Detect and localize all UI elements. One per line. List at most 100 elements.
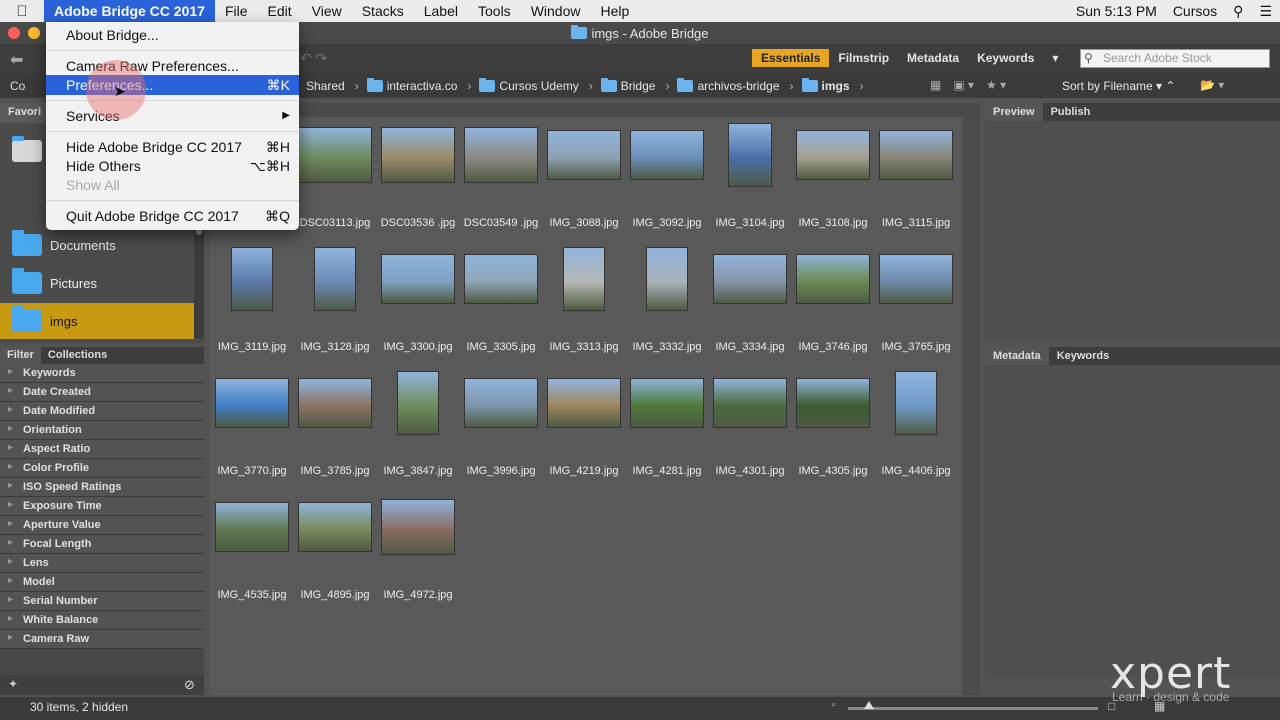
- thumbnail-image[interactable]: [298, 502, 372, 552]
- thumbnail-image[interactable]: [397, 371, 439, 435]
- thumbnail-item[interactable]: IMG_3092.jpg: [627, 123, 707, 229]
- star-filter-icon[interactable]: ★ ▾: [986, 78, 1006, 92]
- filter-row[interactable]: Color Profile: [0, 459, 204, 478]
- filter-row[interactable]: Aperture Value: [0, 516, 204, 535]
- thumbnail-image[interactable]: [215, 502, 289, 552]
- quality-icon[interactable]: ▣ ▾: [953, 78, 974, 92]
- thumbnail-image[interactable]: [796, 254, 870, 304]
- tab-preview[interactable]: Preview: [985, 103, 1043, 121]
- menu-window[interactable]: Window: [521, 0, 591, 22]
- thumbnail-image[interactable]: [547, 378, 621, 428]
- thumbnail-image[interactable]: [547, 130, 621, 180]
- thumbnail-item[interactable]: IMG_3313.jpg: [544, 247, 624, 353]
- clear-filter-icon[interactable]: ⊘: [184, 677, 195, 693]
- tab-filter[interactable]: Filter: [0, 347, 41, 364]
- thumbnail-image[interactable]: [646, 247, 688, 311]
- filter-row[interactable]: Lens: [0, 554, 204, 573]
- app-menu-title[interactable]: Adobe Bridge CC 2017: [44, 0, 215, 22]
- thumbnail-image[interactable]: [563, 247, 605, 311]
- computer-crumb[interactable]: Co: [10, 79, 25, 93]
- thumbnail-item[interactable]: IMG_3770.jpg: [212, 371, 292, 477]
- grid-view-icon[interactable]: ▦: [930, 78, 941, 92]
- thumbnail-item[interactable]: IMG_4972.jpg: [378, 495, 458, 601]
- crumb-interactiva[interactable]: interactiva.co: [366, 78, 457, 93]
- thumbnail-item[interactable]: IMG_3847.jpg: [378, 371, 458, 477]
- filter-row[interactable]: Focal Length: [0, 535, 204, 554]
- thumbnail-image[interactable]: [381, 127, 455, 183]
- thumbnail-item[interactable]: IMG_3334.jpg: [710, 247, 790, 353]
- thumbnail-item[interactable]: IMG_4406.jpg: [876, 371, 956, 477]
- menu-services[interactable]: Services ▶: [46, 106, 299, 126]
- slider-handle[interactable]: [864, 701, 874, 709]
- filter-row[interactable]: Orientation: [0, 421, 204, 440]
- filter-row[interactable]: ISO Speed Ratings: [0, 478, 204, 497]
- thumbnail-item[interactable]: IMG_4281.jpg: [627, 371, 707, 477]
- thumbnail-image[interactable]: [630, 378, 704, 428]
- notification-list-icon[interactable]: ☰: [1251, 3, 1280, 20]
- small-thumb-icon[interactable]: ▫: [832, 700, 836, 711]
- thumbnail-image[interactable]: [713, 254, 787, 304]
- thumbnail-item[interactable]: IMG_3300.jpg: [378, 247, 458, 353]
- thumbnail-item[interactable]: IMG_3305.jpg: [461, 247, 541, 353]
- thumbnail-item[interactable]: IMG_3104.jpg: [710, 123, 790, 229]
- thumbnail-image[interactable]: [314, 247, 356, 311]
- thumbnail-item[interactable]: DSC03549 .jpg: [461, 123, 541, 229]
- favorite-imgs[interactable]: imgs: [0, 303, 194, 339]
- thumbnail-image[interactable]: [215, 378, 289, 428]
- pin-icon[interactable]: ✦: [8, 677, 18, 691]
- stock-search-input[interactable]: Search Adobe Stock: [1080, 49, 1270, 68]
- clock[interactable]: Sun 5:13 PM: [1068, 3, 1165, 19]
- apple-icon[interactable]: : [0, 3, 44, 20]
- new-folder-icon[interactable]: 📂 ▾: [1200, 78, 1224, 92]
- thumbnail-image[interactable]: [879, 254, 953, 304]
- thumbnail-item[interactable]: IMG_3088.jpg: [544, 123, 624, 229]
- thumbnail-image[interactable]: [298, 378, 372, 428]
- spotlight-icon[interactable]: ⚲: [1225, 3, 1251, 20]
- menu-hide-bridge[interactable]: Hide Adobe Bridge CC 2017 ⌘H: [46, 137, 299, 157]
- filter-row[interactable]: Serial Number: [0, 592, 204, 611]
- thumbnail-item[interactable]: IMG_3332.jpg: [627, 247, 707, 353]
- thumbnail-item[interactable]: IMG_4535.jpg: [212, 495, 292, 601]
- thumbnail-item[interactable]: IMG_3996.jpg: [461, 371, 541, 477]
- thumbnail-image[interactable]: [713, 378, 787, 428]
- thumbnail-image[interactable]: [464, 127, 538, 183]
- crumb-shared[interactable]: Shared: [306, 79, 345, 93]
- filter-row[interactable]: Model: [0, 573, 204, 592]
- menu-quit-bridge[interactable]: Quit Adobe Bridge CC 2017 ⌘Q: [46, 206, 299, 226]
- thumbnail-item[interactable]: IMG_3128.jpg: [295, 247, 375, 353]
- thumbnail-image[interactable]: [381, 254, 455, 304]
- workspace-menu-chevron-icon[interactable]: ▾: [1043, 49, 1067, 67]
- menu-help[interactable]: Help: [590, 0, 639, 22]
- menu-tools[interactable]: Tools: [468, 0, 521, 22]
- thumbnail-image[interactable]: [231, 247, 273, 311]
- filter-row[interactable]: Camera Raw: [0, 630, 204, 649]
- thumbnail-item[interactable]: IMG_3785.jpg: [295, 371, 375, 477]
- workspace-metadata[interactable]: Metadata: [898, 49, 968, 67]
- thumbnail-image[interactable]: [895, 371, 937, 435]
- thumbnail-item[interactable]: IMG_4895.jpg: [295, 495, 375, 601]
- filter-row[interactable]: Date Modified: [0, 402, 204, 421]
- filter-row[interactable]: Keywords: [0, 364, 204, 383]
- workspace-keywords[interactable]: Keywords: [968, 49, 1043, 67]
- workspace-essentials[interactable]: Essentials: [752, 49, 830, 67]
- thumbnail-image[interactable]: [879, 130, 953, 180]
- thumbnail-item[interactable]: IMG_3108.jpg: [793, 123, 873, 229]
- workspace-filmstrip[interactable]: Filmstrip: [829, 49, 898, 67]
- thumbnail-item[interactable]: IMG_4219.jpg: [544, 371, 624, 477]
- favorite-documents[interactable]: Documents: [0, 227, 194, 263]
- crumb-bridge[interactable]: Bridge: [600, 78, 655, 93]
- menu-hide-others[interactable]: Hide Others ⌥⌘H: [46, 156, 299, 176]
- thumbnail-item[interactable]: IMG_4301.jpg: [710, 371, 790, 477]
- thumbnail-image[interactable]: [381, 499, 455, 555]
- menu-file[interactable]: File: [215, 0, 258, 22]
- menu-stacks[interactable]: Stacks: [352, 0, 414, 22]
- menu-label[interactable]: Label: [414, 0, 468, 22]
- thumbnail-image[interactable]: [464, 254, 538, 304]
- thumbnail-item[interactable]: DSC03536 .jpg: [378, 123, 458, 229]
- thumbnail-image[interactable]: [796, 130, 870, 180]
- back-arrow-icon[interactable]: ⬅: [10, 50, 23, 70]
- thumbnail-item[interactable]: IMG_3746.jpg: [793, 247, 873, 353]
- crumb-cursos-udemy[interactable]: Cursos Udemy: [479, 78, 579, 93]
- user-name[interactable]: Cursos: [1165, 3, 1225, 19]
- filter-row[interactable]: Aspect Ratio: [0, 440, 204, 459]
